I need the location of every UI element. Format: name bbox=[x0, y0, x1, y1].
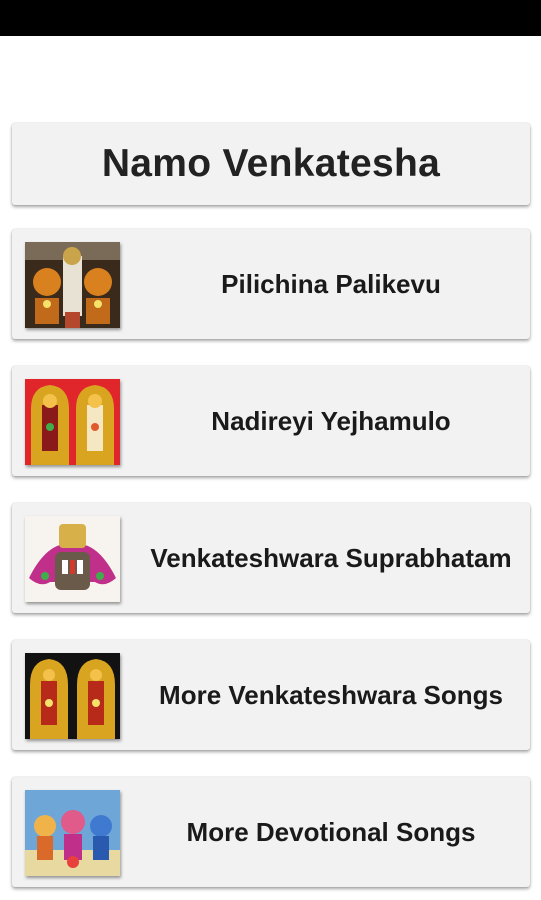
deity-image bbox=[25, 653, 120, 739]
menu-item-label: Nadireyi Yejhamulo bbox=[211, 405, 451, 436]
menu-item-venkateshwara-suprabhatam[interactable]: Venkateshwara Suprabhatam bbox=[12, 503, 530, 613]
menu-item-label: More Devotional Songs bbox=[186, 816, 476, 847]
menu-item-label: Pilichina Palikevu bbox=[221, 268, 441, 299]
app-title-card: Namo Venkatesha bbox=[12, 123, 530, 205]
menu-item-pilichina-palikevu[interactable]: Pilichina Palikevu bbox=[12, 229, 530, 339]
menu-item-label: More Venkateshwara Songs bbox=[159, 679, 503, 710]
app-title: Namo Venkatesha bbox=[101, 142, 441, 185]
status-bar bbox=[0, 0, 541, 36]
menu-item-more-devotional-songs[interactable]: More Devotional Songs bbox=[12, 777, 530, 887]
menu-item-label: Venkateshwara Suprabhatam bbox=[150, 542, 512, 573]
deity-image bbox=[25, 516, 120, 602]
deity-image bbox=[25, 790, 120, 876]
menu-item-more-venkateshwara-songs[interactable]: More Venkateshwara Songs bbox=[12, 640, 530, 750]
menu-item-nadireyi-yejhamulo[interactable]: Nadireyi Yejhamulo bbox=[12, 366, 530, 476]
deity-image bbox=[25, 242, 120, 328]
deity-image bbox=[25, 379, 120, 465]
